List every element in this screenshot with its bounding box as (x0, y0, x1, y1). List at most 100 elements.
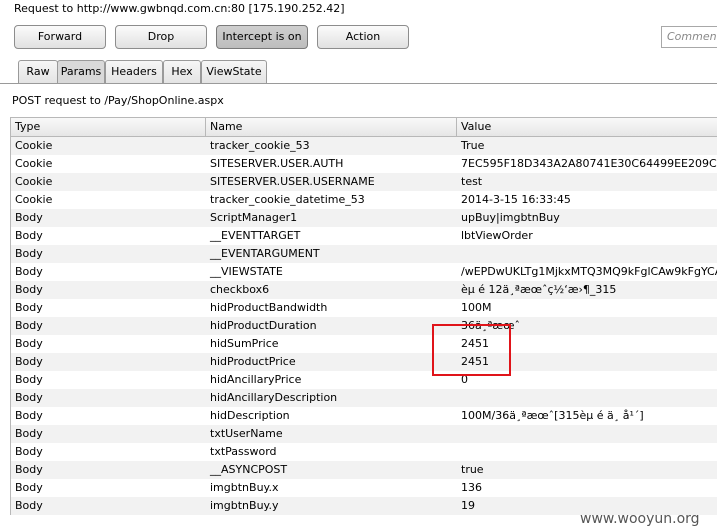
cell-value: upBuy|imgbtnBuy (461, 211, 560, 224)
cell-name: SITESERVER.USER.AUTH (210, 157, 344, 170)
cell-type: Body (15, 301, 43, 314)
cell-name: txtPassword (210, 445, 277, 458)
cell-type: Cookie (15, 157, 53, 170)
table-row[interactable]: Body __EVENTARGUMENT (11, 245, 717, 263)
table-row[interactable]: Body hidProductBandwidth 100M (11, 299, 717, 317)
cell-name: SITESERVER.USER.USERNAME (210, 175, 375, 188)
cell-value (457, 389, 717, 407)
action-button[interactable]: Action (317, 25, 409, 49)
comment-input[interactable]: Comment this item (661, 26, 717, 48)
table-row[interactable]: Cookie tracker_cookie_53 True (11, 137, 717, 155)
cell-type: Body (15, 247, 43, 260)
cell-type: Body (15, 409, 43, 422)
tab-hex[interactable]: Hex (163, 60, 201, 83)
column-header-value[interactable]: Value (457, 118, 717, 137)
cell-value: 0 (461, 373, 468, 386)
table-row[interactable]: Body imgbtnBuy.x 136 (11, 479, 717, 497)
cell-type: Body (15, 391, 43, 404)
cell-name: hidAncillaryDescription (210, 391, 338, 404)
cell-name: __ASYNCPOST (210, 463, 288, 476)
cell-name: hidProductPrice (210, 355, 296, 368)
cell-value: lbtViewOrder (461, 229, 533, 242)
cell-type: Cookie (15, 139, 53, 152)
cell-value (457, 425, 717, 443)
table-row[interactable]: Cookie SITESERVER.USER.USERNAME test (11, 173, 717, 191)
cell-name: ScriptManager1 (210, 211, 298, 224)
cell-value: True (461, 139, 485, 152)
forward-button[interactable]: Forward (14, 25, 106, 49)
table-row[interactable]: Body ScriptManager1 upBuy|imgbtnBuy (11, 209, 717, 227)
intercept-toggle-button[interactable]: Intercept is on (216, 25, 308, 49)
cell-value: test (461, 175, 483, 188)
cell-value: 7EC595F18D343A2A80741E30C64499EE209C97A4… (461, 157, 717, 170)
cell-value (457, 245, 717, 263)
table-row[interactable]: Body __EVENTTARGET lbtViewOrder (11, 227, 717, 245)
cell-value: 2014-3-15 16:33:45 (461, 193, 571, 206)
cell-type: Body (15, 481, 43, 494)
cell-name: __EVENTTARGET (210, 229, 301, 242)
params-table: Type Name Value Cookie tracker_cookie_53 T… (10, 117, 717, 515)
cell-type: Body (15, 283, 43, 296)
cell-name: hidProductDuration (210, 319, 317, 332)
request-target-label: Request to http://www.gwbnqd.com.cn:80 [… (14, 2, 345, 15)
cell-type: Body (15, 499, 43, 512)
cell-value: 2451 (461, 355, 489, 368)
table-row[interactable]: Body hidDescription 100M/36ä¸ªæœˆ[315èµ é … (11, 407, 717, 425)
cell-value: /wEPDwUKLTg1MjkxMTQ3MQ9kFglCAw9kFgYCAw9 (461, 265, 717, 278)
cell-name: txtUserName (210, 427, 283, 440)
cell-value (457, 443, 717, 461)
table-row[interactable]: Body hidProductDuration 36ä¸ªæœˆ (11, 317, 717, 335)
cell-name: tracker_cookie_datetime_53 (210, 193, 365, 206)
cell-name: hidProductBandwidth (210, 301, 328, 314)
table-row[interactable]: Body hidSumPrice 2451 (11, 335, 717, 353)
cell-name: checkbox6 (210, 283, 270, 296)
drop-button[interactable]: Drop (115, 25, 207, 49)
column-header-type[interactable]: Type (11, 118, 206, 137)
cell-name: __VIEWSTATE (210, 265, 283, 278)
cell-type: Cookie (15, 193, 53, 206)
cell-value: èµ é 12ä¸ªæœˆç½‘æ›¶_315 (461, 283, 617, 296)
cell-name: hidDescription (210, 409, 290, 422)
cell-type: Body (15, 427, 43, 440)
cell-name: imgbtnBuy.x (210, 481, 279, 494)
cell-type: Body (15, 337, 43, 350)
cell-type: Cookie (15, 175, 53, 188)
table-row[interactable]: Body checkbox6 èµ é 12ä¸ªæœˆç½‘æ›¶_315 (11, 281, 717, 299)
watermark: www.wooyun.org (580, 511, 700, 527)
table-row[interactable]: Cookie tracker_cookie_datetime_53 2014-3-1… (11, 191, 717, 209)
cell-type: Body (15, 211, 43, 224)
cell-value: 2451 (461, 337, 489, 350)
table-row[interactable]: Body hidAncillaryDescription (11, 389, 717, 407)
cell-value: 100M (461, 301, 492, 314)
cell-type: Body (15, 463, 43, 476)
table-row[interactable]: Body hidAncillaryPrice 0 (11, 371, 717, 389)
cell-type: Body (15, 445, 43, 458)
table-row[interactable]: Body txtUserName (11, 425, 717, 443)
cell-value: 136 (461, 481, 482, 494)
cell-type: Body (15, 355, 43, 368)
table-row[interactable]: Body __ASYNCPOST true (11, 461, 717, 479)
cell-type: Body (15, 373, 43, 386)
tab-params[interactable]: Params (57, 60, 105, 84)
cell-value: 36ä¸ªæœˆ (461, 319, 520, 332)
cell-name: hidSumPrice (210, 337, 279, 350)
table-body: Cookie tracker_cookie_53 True Cookie SITESER… (11, 137, 717, 515)
table-header: Type Name Value (11, 118, 717, 137)
tab-divider (0, 83, 717, 84)
cell-value: 100M/36ä¸ªæœˆ[315èµ é ä¸ å¹´] (461, 409, 644, 422)
cell-name: hidAncillaryPrice (210, 373, 302, 386)
table-row[interactable]: Body hidProductPrice 2451 (11, 353, 717, 371)
tab-headers[interactable]: Headers (105, 60, 163, 83)
post-request-label: POST request to /Pay/ShopOnline.aspx (12, 94, 224, 107)
column-header-name[interactable]: Name (206, 118, 457, 137)
tab-viewstate[interactable]: ViewState (201, 60, 267, 83)
tab-raw[interactable]: Raw (18, 60, 58, 83)
table-row[interactable]: Body __VIEWSTATE/wEPDwUKLTg1MjkxMTQ3MQ9kF… (11, 263, 717, 281)
table-row[interactable]: Cookie SITESERVER.USER.AUTH 7EC595F18D343A… (11, 155, 717, 173)
table-row[interactable]: Body txtPassword (11, 443, 717, 461)
cell-value: true (461, 463, 484, 476)
cell-name: imgbtnBuy.y (210, 499, 279, 512)
cell-name: tracker_cookie_53 (210, 139, 310, 152)
cell-type: Body (15, 319, 43, 332)
cell-type: Body (15, 265, 43, 278)
